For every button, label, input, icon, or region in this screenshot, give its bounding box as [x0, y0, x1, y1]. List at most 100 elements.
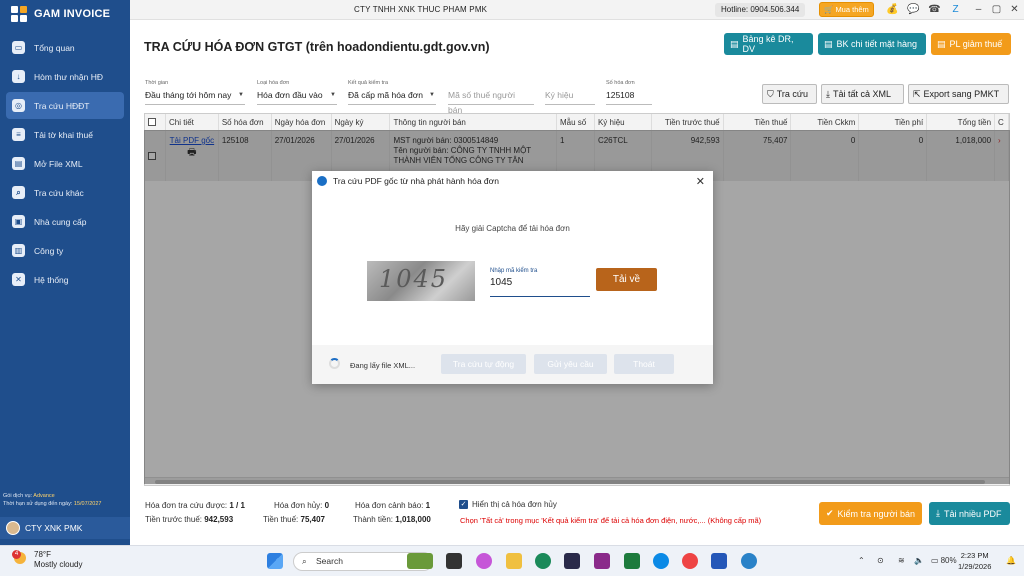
zalo-icon[interactable] — [653, 553, 669, 569]
plan-value: Advance — [33, 493, 55, 499]
windows-start-icon[interactable] — [267, 553, 283, 569]
captcha-image: 1045 — [367, 261, 475, 301]
select-all-checkbox[interactable] — [145, 114, 166, 130]
top-bar: CTY TNHH XNK THUC PHAM PMK Hotline: 0904… — [130, 0, 1024, 20]
download-icon: ↓ — [12, 70, 25, 83]
check-icon: ✓ — [459, 500, 468, 509]
table-header: Chi tiết Số hóa đơn Ngày hóa đơn Ngày ký… — [145, 114, 1009, 131]
loading-text: Đang lấy file XML... — [350, 361, 416, 370]
time-filter[interactable]: Thời gian Đầu tháng tới hôm nay ▼ — [145, 80, 245, 105]
check-seller-button[interactable]: ✔ Kiểm tra người bán — [819, 502, 922, 525]
captcha-instruction: Hãy giải Captcha để tải hóa đơn — [455, 224, 570, 233]
sidebar-item-tax-forms[interactable]: ≡ Tải tờ khai thuế — [6, 121, 124, 148]
wifi-icon[interactable]: ≋ — [898, 556, 905, 565]
dropdown-icon: ▼ — [429, 92, 435, 98]
search-icon: ⌕ — [302, 556, 307, 566]
dialog-header: Tra cứu PDF gốc từ nhà phát hành hóa đơn — [312, 171, 713, 191]
folder-icon: ▤ — [12, 157, 25, 170]
pl-reduce-tax-button[interactable]: ▤ PL giảm thuế — [931, 33, 1011, 55]
app-logo: GAM INVOICE — [0, 0, 130, 28]
hotline: Hotline: 0904.506.344 — [715, 3, 806, 17]
word-icon[interactable] — [711, 553, 727, 569]
chrome-icon[interactable] — [682, 553, 698, 569]
app-icon[interactable] — [594, 553, 610, 569]
page-title: TRA CỨU HÓA ĐƠN GTGT (trên hoadondientu.… — [144, 40, 490, 54]
sidebar-item-suppliers[interactable]: ▣ Nhà cung cấp — [6, 208, 124, 235]
show-cancelled-checkbox[interactable]: ✓ Hiển thị cả hóa đơn hủy — [459, 500, 557, 509]
auto-lookup-button[interactable]: Tra cứu tự động — [441, 354, 526, 374]
loading-spinner-icon — [329, 358, 340, 369]
edge-icon[interactable] — [535, 553, 551, 569]
chevron-up-icon[interactable]: ⌃ — [858, 556, 865, 565]
volume-icon[interactable]: 🔈 — [914, 556, 924, 565]
seller-tax-input[interactable]: Mã số thuế người bán — [448, 80, 534, 115]
export-pmkt-button[interactable]: ⇱ Export sang PMKT — [908, 84, 1009, 104]
search-icon: ⌕ — [12, 186, 25, 199]
sidebar-item-company[interactable]: ▥ Công ty — [6, 237, 124, 264]
minimize-icon[interactable]: – — [972, 3, 985, 16]
user-name: CTY XNK PMK — [25, 523, 83, 533]
symbol-input[interactable]: Ký hiệu — [545, 80, 595, 105]
download-multi-pdf-button[interactable]: ⤓ Tải nhiều PDF — [929, 502, 1010, 525]
captcha-dialog: Tra cứu PDF gốc từ nhà phát hành hóa đơn… — [312, 171, 713, 384]
widget-icon[interactable] — [407, 553, 433, 569]
captcha-input[interactable]: Nhập mã kiểm tra 1045 — [490, 268, 590, 297]
sidebar-item-open-xml[interactable]: ▤ Mở File XML — [6, 150, 124, 177]
filter-icon: ⛉ — [767, 88, 774, 99]
chat-icon[interactable]: 💬 — [907, 3, 920, 16]
sidebar-item-overview[interactable]: ▭ Tổng quan — [6, 34, 124, 61]
notification-icon[interactable]: 🔔 — [1006, 556, 1016, 565]
monitor-icon: ▭ — [12, 41, 25, 54]
contacts-icon: ▣ — [12, 215, 25, 228]
maximize-icon[interactable]: ▢ — [990, 3, 1003, 16]
network-icon[interactable]: ⊙ — [877, 556, 884, 565]
avatar — [6, 521, 20, 535]
sidebar-item-lookup[interactable]: ◎ Tra cứu HĐĐT — [6, 92, 124, 119]
battery-icon: ▭ — [931, 556, 939, 565]
clock[interactable]: 2:23 PM 1/29/2026 — [958, 550, 991, 572]
check-result-filter[interactable]: Kết quả kiểm tra Đã cấp mã hóa đơn ▼ — [348, 80, 436, 105]
company-header: CTY TNHH XNK THUC PHAM PMK — [354, 5, 488, 14]
file-explorer-icon[interactable] — [506, 553, 522, 569]
excel-icon[interactable] — [624, 553, 640, 569]
task-view-icon[interactable] — [446, 553, 462, 569]
search-button[interactable]: ⛉ Tra cứu — [762, 84, 817, 104]
tools-icon: ✕ — [12, 273, 25, 286]
bk-detail-button[interactable]: ▤ BK chi tiết mặt hàng — [818, 33, 926, 55]
tax-total: Tiền thuế: 75,407 — [263, 515, 325, 524]
exit-button[interactable]: Thoát — [614, 354, 674, 374]
weather-icon: 4 — [12, 550, 26, 564]
sidebar-item-other-lookup[interactable]: ⌕ Tra cứu khác — [6, 179, 124, 206]
found-count: Hóa đơn tra cứu được: 1 / 1 — [145, 501, 245, 510]
subscription-info: Gói dịch vụ: Advance Thời hạn sử dụng đế… — [3, 493, 102, 507]
dialog-title: Tra cứu PDF gốc từ nhà phát hành hóa đơn — [333, 176, 499, 186]
copilot-icon[interactable] — [476, 553, 492, 569]
warning-count: Hóa đơn cảnh báo: 1 — [355, 501, 431, 510]
sidebar-item-system[interactable]: ✕ Hệ thống — [6, 266, 124, 293]
bangke-button[interactable]: ▤ Bảng kê DR, DV — [724, 33, 813, 55]
logo-icon — [11, 5, 28, 23]
store-icon[interactable] — [564, 553, 580, 569]
zalo-icon[interactable]: Z — [949, 3, 962, 16]
gam-invoice-icon[interactable] — [741, 553, 757, 569]
close-icon[interactable]: ✕ — [1008, 3, 1021, 16]
pretax-total: Tiền trước thuế: 942,593 — [145, 515, 234, 524]
taskbar: 4 78°F Mostly cloudy ⌕ Search ⌃ ⊙ ≋ 🔈 ▭ 80… — [0, 545, 1024, 576]
battery-indicator[interactable]: ▭ 80% — [931, 556, 957, 565]
dialog-footer: Đang lấy file XML... Tra cứu tự động Gửi… — [312, 345, 713, 384]
weather-widget[interactable]: 4 78°F Mostly cloudy — [12, 550, 82, 570]
sidebar-item-inbox[interactable]: ↓ Hòm thư nhận HĐ — [6, 63, 124, 90]
money-bag-icon[interactable]: 💰 — [886, 3, 899, 16]
download-button[interactable]: Tải về — [596, 268, 657, 291]
close-icon[interactable]: ✕ — [696, 175, 705, 188]
download-all-xml-button[interactable]: ⤓ Tải tất cả XML — [821, 84, 904, 104]
buy-more-button[interactable]: 🛒 Mua thêm — [819, 2, 874, 17]
send-request-button[interactable]: Gửi yêu cầu — [534, 354, 607, 374]
support-icon[interactable]: ☎ — [928, 3, 941, 16]
dropdown-icon: ▼ — [238, 92, 244, 98]
invoice-number-input[interactable]: Số hóa đơn 125108 — [606, 80, 652, 105]
invoice-type-filter[interactable]: Loại hóa đơn Hóa đơn đầu vào ▼ — [257, 80, 337, 105]
user-account[interactable]: CTY XNK PMK — [0, 517, 130, 539]
expiry-value: 15/07/2027 — [73, 501, 102, 507]
app-icon — [317, 176, 327, 186]
